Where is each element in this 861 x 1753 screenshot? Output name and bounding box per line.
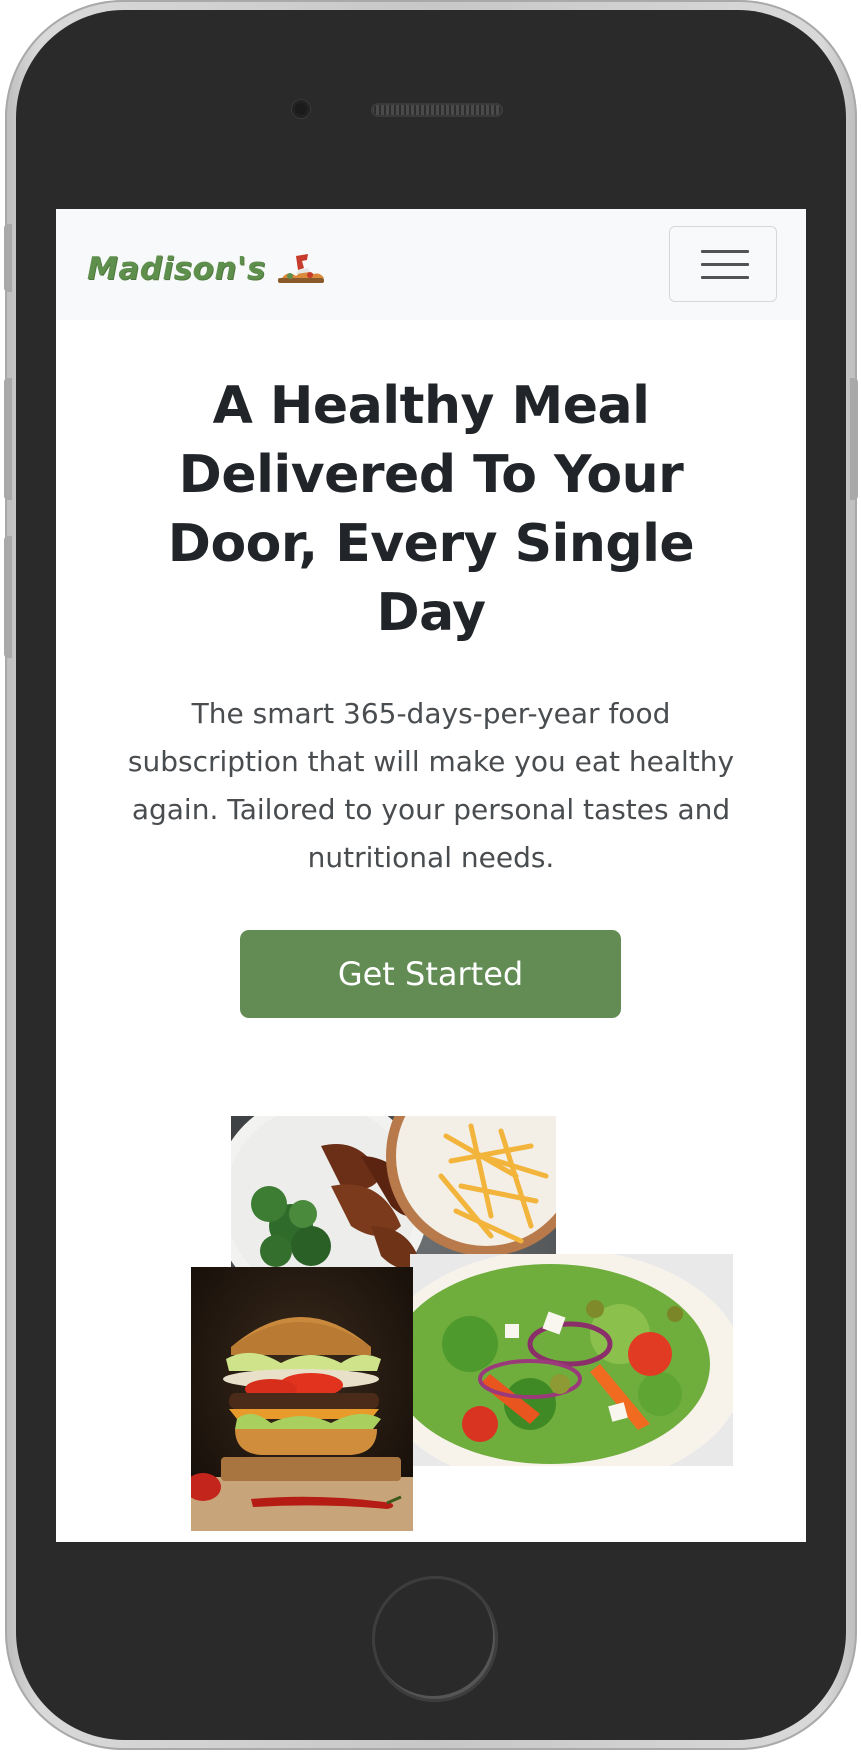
menu-toggle-button[interactable] xyxy=(669,226,777,302)
earpiece-speaker xyxy=(371,103,503,117)
home-button[interactable] xyxy=(372,1576,498,1702)
brand-name: Madison's xyxy=(87,251,266,287)
salad-photo xyxy=(410,1254,733,1466)
volume-up-button xyxy=(4,378,12,500)
screen: Madison's A Healthy Meal Delivered To Yo… xyxy=(56,209,806,1542)
front-camera xyxy=(292,100,310,118)
mute-switch xyxy=(4,224,12,292)
hero-title: A Healthy Meal Delivered To Your Door, E… xyxy=(167,376,695,643)
burger-photo xyxy=(191,1267,413,1531)
brand-link[interactable]: Madison's xyxy=(87,249,328,289)
hero-subtitle: The smart 365-days-per-year food subscri… xyxy=(127,697,735,874)
power-button xyxy=(850,378,858,500)
navbar: Madison's xyxy=(56,209,806,320)
food-delivery-logo-icon xyxy=(277,254,324,283)
get-started-button[interactable]: Get Started xyxy=(240,930,621,1018)
volume-down-button xyxy=(4,536,12,658)
